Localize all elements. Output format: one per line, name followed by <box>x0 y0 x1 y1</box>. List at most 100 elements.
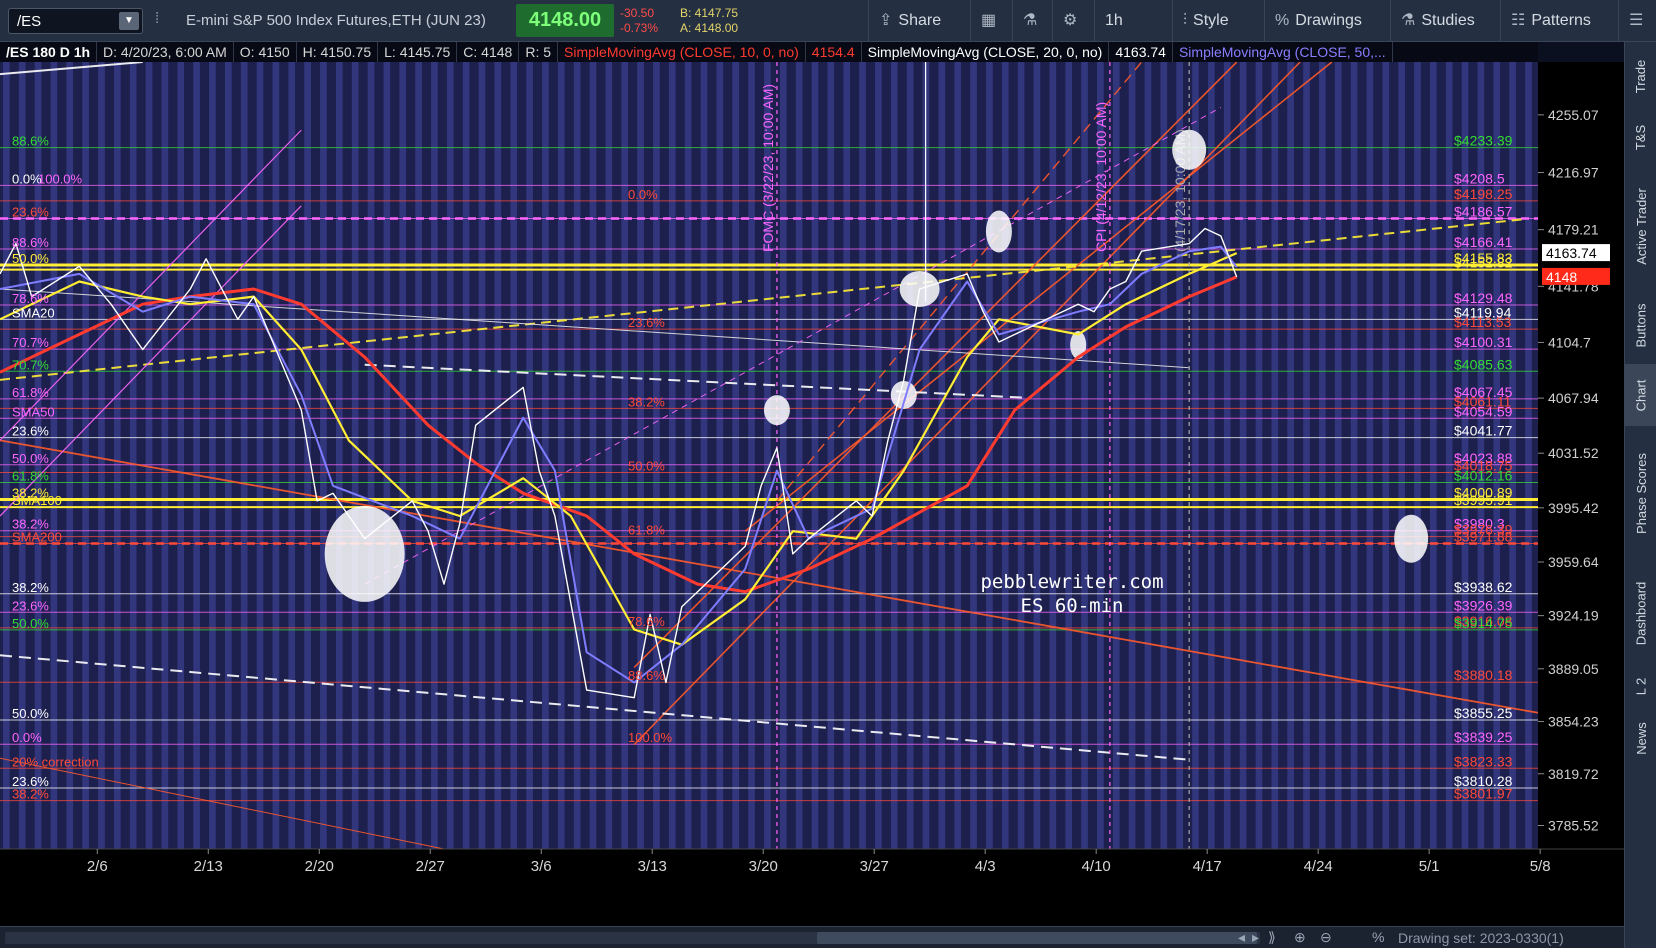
patterns-button[interactable]: ☷ Patterns <box>1500 0 1618 42</box>
fib-mid-label: 100.0% <box>628 730 673 745</box>
session-stripe <box>1065 62 1072 849</box>
tab-active-trader[interactable]: Active Trader <box>1625 166 1656 286</box>
y-tick-label: 4031.52 <box>1548 445 1599 461</box>
y-tick-label: 4216.97 <box>1548 165 1599 181</box>
instrument-description: E-mini S&P 500 Index Futures,ETH (JUN 23… <box>186 12 486 29</box>
scroll-left-icon[interactable]: ◂ <box>1238 929 1245 946</box>
session-stripe <box>875 62 882 849</box>
watermark-line: ES 60-min <box>1021 595 1124 617</box>
session-stripe <box>684 62 692 849</box>
pct-change: -0.73% <box>620 21 659 35</box>
bid-ask: B: 4147.75 A: 4148.00 <box>680 6 738 36</box>
y-tick-label: 3995.42 <box>1548 500 1599 516</box>
fib-left-label: 50.0% <box>12 451 49 466</box>
level-price-label: $4198.25 <box>1454 186 1513 202</box>
session-stripe <box>938 62 946 849</box>
tab-buttons[interactable]: Buttons <box>1625 286 1656 364</box>
bid-price: B: 4147.75 <box>680 6 739 20</box>
compare-button[interactable]: ▦ <box>970 0 1012 42</box>
style-button[interactable]: ⫶ Style <box>1172 0 1264 42</box>
fib-left-label: 61.8% <box>12 385 49 400</box>
x-tick-label: 2/6 <box>87 858 108 875</box>
interval-button[interactable]: 1h <box>1094 0 1146 42</box>
level-price-label: $4012.16 <box>1454 468 1513 484</box>
y-tick-label: 4067.94 <box>1548 390 1599 406</box>
tab-chart[interactable]: Chart <box>1625 364 1656 426</box>
tab-news[interactable]: News <box>1625 706 1656 770</box>
last-price-tag-label: 4148 <box>1546 269 1577 285</box>
percent-icon: % <box>1275 12 1290 29</box>
drawing-set-label: Drawing set: 2023-0330(1) <box>1398 930 1564 946</box>
symbol-selector[interactable]: /ES ▼ <box>8 8 143 34</box>
menu-button[interactable]: ☰ <box>1618 0 1656 42</box>
settings-button[interactable]: ⚙ <box>1052 0 1094 42</box>
level-price-label: $3995.91 <box>1454 492 1513 508</box>
session-stripe <box>1271 62 1279 849</box>
level-price-label: $4233.39 <box>1454 133 1513 149</box>
session-stripe <box>1414 62 1421 849</box>
tab-dashboard[interactable]: Dashboard <box>1625 560 1656 666</box>
patterns-icon: ☷ <box>1511 12 1526 29</box>
price-change: -30.50 -0.73% <box>620 6 658 36</box>
fib-left-label: 100.0% <box>38 171 83 186</box>
chevron-down-icon[interactable]: ▼ <box>119 12 139 30</box>
sma20-label[interactable]: SimpleMovingAvg (CLOSE, 20, 0, no) <box>862 42 1110 62</box>
studies-button[interactable]: ⚗ Studies <box>1390 0 1500 42</box>
bar-date: D: 4/20/23, 6:00 AM <box>97 42 234 62</box>
session-stripe <box>795 62 803 849</box>
session-stripe <box>193 62 200 849</box>
session-stripe <box>1208 62 1215 849</box>
tab-trade[interactable]: Trade <box>1625 44 1656 108</box>
time-scrollbar[interactable] <box>5 932 1260 944</box>
session-stripe <box>510 62 518 849</box>
session-stripe <box>526 62 533 849</box>
session-stripe <box>351 62 359 849</box>
scroll-right-icon[interactable]: ▸ <box>1252 929 1259 946</box>
session-stripe <box>1239 62 1247 849</box>
tab-time-and-sales[interactable]: T&S <box>1625 108 1656 166</box>
fib-left-label: SMA200 <box>12 529 62 544</box>
chart-symbol-period[interactable]: /ES 180 D 1h <box>0 42 98 62</box>
drag-handle-icon[interactable]: ⁞ <box>155 10 159 27</box>
session-stripe <box>557 62 565 849</box>
level-price-label: $3926.39 <box>1454 597 1513 613</box>
price-chart[interactable]: FOMC (3/22/23, 10:00 AM) CPI (4/12/23, 10… <box>0 62 1624 926</box>
flask-button[interactable]: ⚗ <box>1012 0 1052 42</box>
session-stripe <box>970 62 977 849</box>
x-tick-label: 5/8 <box>1530 858 1551 875</box>
share-icon: ⇪ <box>879 12 893 29</box>
crosshair-icon[interactable]: ⊕ <box>1294 929 1306 946</box>
level-price-label: $4041.77 <box>1454 423 1513 439</box>
tab-phase-scores[interactable]: Phase Scores <box>1625 426 1656 560</box>
tab-level-2[interactable]: L 2 <box>1625 666 1656 706</box>
drawings-button[interactable]: % Drawings <box>1264 0 1390 42</box>
scrollbar-thumb[interactable] <box>817 932 1257 944</box>
session-stripe <box>1350 62 1358 849</box>
session-stripe <box>256 62 264 849</box>
session-stripe <box>811 62 819 849</box>
x-tick-label: 3/27 <box>860 858 889 875</box>
session-stripe <box>1445 62 1453 849</box>
session-stripe <box>1049 62 1057 849</box>
share-button[interactable]: ⇪ Share <box>868 0 970 42</box>
percent-icon[interactable]: % <box>1372 929 1384 945</box>
fib-left-label: 23.6% <box>12 598 49 613</box>
fib-mid-label: 38.2% <box>628 394 665 409</box>
fib-left-label: 50.0% <box>12 251 49 266</box>
level-price-label: $4054.59 <box>1454 403 1513 419</box>
session-stripe <box>1382 62 1390 849</box>
session-stripe <box>1144 62 1152 849</box>
sma50-label[interactable]: SimpleMovingAvg (CLOSE, 50,... <box>1173 42 1393 62</box>
session-stripe <box>1319 62 1326 849</box>
y-tick-label: 3854.23 <box>1548 714 1599 730</box>
time-axis: 2/6 2/13 2/20 2/27 3/6 3/13 3/20 3/27 4/3 4/10 4/1… <box>0 848 1624 926</box>
session-stripe <box>113 62 121 849</box>
sma10-label[interactable]: SimpleMovingAvg (CLOSE, 10, 0, no) <box>558 42 806 62</box>
bar-close: C: 4148 <box>457 42 520 62</box>
expand-icon[interactable]: ⟫ <box>1268 929 1276 946</box>
zoom-icon[interactable]: ⊖ <box>1320 929 1332 946</box>
menu-icon: ☰ <box>1629 12 1644 29</box>
fib-mid-label: 88.6% <box>628 668 665 683</box>
session-stripe <box>700 62 708 849</box>
y-tick-label: 3785.52 <box>1548 818 1599 834</box>
